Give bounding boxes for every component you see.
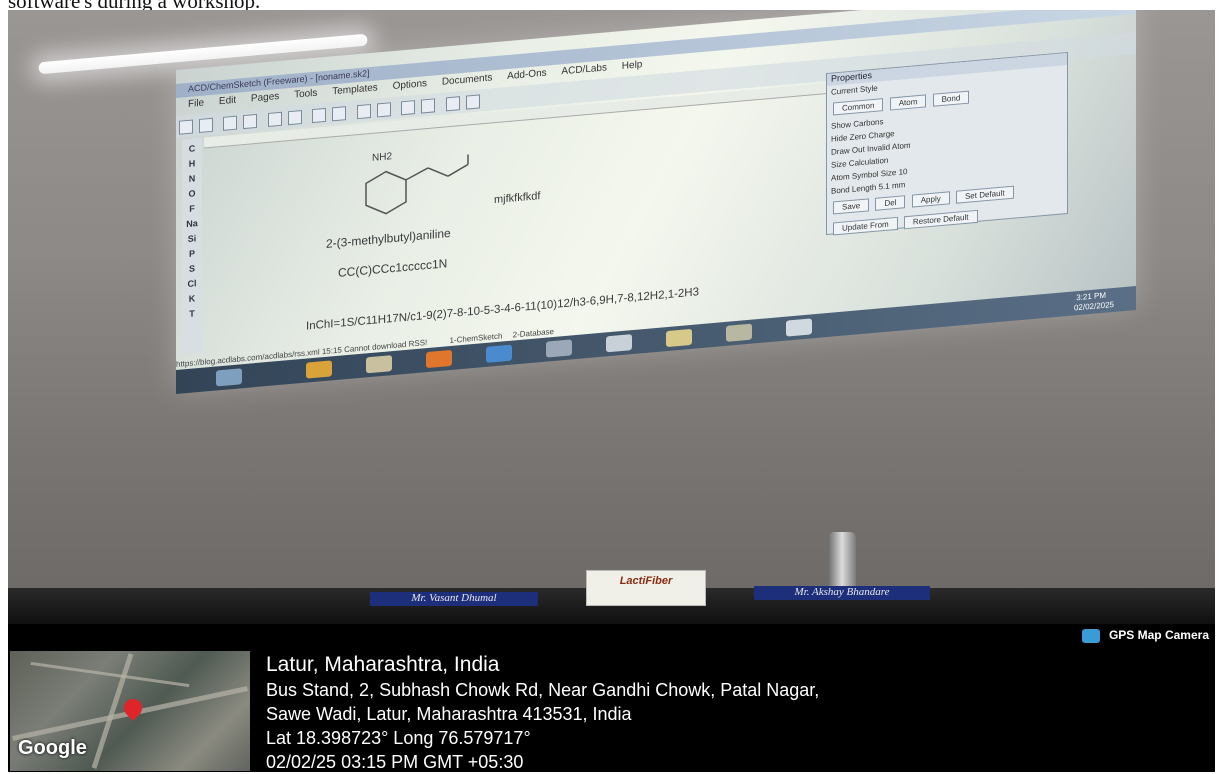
projection-photo: ACD/ChemSketch (Freeware) - [noname.sk2]… (8, 10, 1215, 624)
map-thumbnail: Google (10, 651, 250, 771)
element-s[interactable]: S (182, 263, 202, 275)
menu-documents[interactable]: Documents (442, 72, 493, 87)
element-k[interactable]: K (182, 293, 202, 305)
tool-icon[interactable] (376, 102, 391, 118)
text-tool[interactable]: T (182, 308, 202, 320)
element-cl[interactable]: Cl (182, 278, 202, 290)
molecule-structure (365, 154, 469, 215)
apply-button[interactable]: Apply (911, 191, 950, 208)
tool-icon[interactable] (287, 109, 302, 126)
tab-bond[interactable]: Bond (932, 90, 970, 107)
gps-overlay: GPS Map Camera Google Latur, Maharashtra… (8, 624, 1215, 772)
tool-icon[interactable] (445, 96, 460, 112)
taskbar: 3:21 PM 02/02/2025 (176, 286, 1136, 394)
app-icon[interactable] (606, 334, 632, 353)
app-icon[interactable] (546, 339, 572, 358)
tool-icon[interactable] (356, 103, 371, 120)
save-button[interactable]: Save (833, 198, 870, 215)
firefox-icon[interactable] (426, 349, 452, 369)
tool-icon[interactable] (401, 100, 416, 116)
menu-options[interactable]: Options (393, 78, 427, 92)
chrome-icon[interactable] (306, 360, 332, 379)
tab-atom[interactable]: Atom (889, 94, 927, 111)
element-p[interactable]: P (182, 248, 202, 260)
nameplate: Mr. Vasant Dhumal (370, 592, 538, 606)
timestamp: 02/02/25 03:15 PM GMT +05:30 (266, 752, 524, 772)
water-bottle (828, 532, 856, 594)
menu-addons[interactable]: Add-Ons (507, 68, 546, 82)
product-label: LactiFiber (619, 575, 673, 587)
tool-icon[interactable] (465, 94, 480, 110)
amine-label: NH2 (372, 151, 393, 164)
app-icon[interactable] (666, 328, 692, 348)
menu-tools[interactable]: Tools (294, 88, 317, 101)
menu-edit[interactable]: Edit (219, 95, 236, 108)
tool-icon[interactable] (312, 107, 327, 124)
address-line-1: Bus Stand, 2, Subhash Chowk Rd, Near Gan… (266, 680, 820, 700)
tool-icon[interactable] (267, 111, 282, 127)
chrome-icon[interactable] (486, 344, 512, 363)
tool-icon[interactable] (199, 117, 213, 133)
camera-icon (1081, 628, 1100, 643)
location-title: Latur, Maharashtra, India (266, 653, 500, 676)
element-na[interactable]: Na (182, 218, 202, 230)
tool-icon[interactable] (243, 113, 258, 130)
set-default-button[interactable]: Set Default (955, 185, 1014, 204)
element-o[interactable]: O (182, 188, 202, 200)
gps-badge: GPS Map Camera (1081, 628, 1209, 643)
tool-icon[interactable] (179, 119, 193, 135)
app-icon[interactable] (786, 318, 812, 337)
nameplate: Mr. Akshay Bhandare (754, 586, 930, 600)
app-icon[interactable] (726, 323, 752, 342)
annotation-text: mjfkfkfkdf (494, 190, 541, 207)
projected-screen: ACD/ChemSketch (Freeware) - [noname.sk2]… (176, 10, 1136, 394)
gps-badge-text: GPS Map Camera (1108, 628, 1209, 642)
map-road (30, 661, 190, 688)
explorer-icon[interactable] (366, 355, 392, 374)
element-h[interactable]: H (182, 158, 202, 170)
product-box: LactiFiber (586, 570, 706, 606)
menu-acdlabs[interactable]: ACD/Labs (561, 62, 607, 77)
element-f[interactable]: F (182, 203, 202, 215)
menu-templates[interactable]: Templates (332, 82, 378, 97)
element-c[interactable]: C (182, 143, 202, 155)
tool-icon[interactable] (421, 98, 436, 114)
menu-pages[interactable]: Pages (251, 91, 279, 104)
tool-icon[interactable] (332, 106, 347, 122)
google-tag: Google (18, 737, 87, 759)
address-line-2: Sawe Wadi, Latur, Maharashtra 413531, In… (266, 704, 632, 724)
properties-panel: Properties Current Style Common Atom Bon… (826, 51, 1068, 236)
coordinates: Lat 18.398723° Long 76.579717° (266, 728, 531, 748)
menu-file[interactable]: File (188, 98, 204, 110)
element-si[interactable]: Si (182, 233, 202, 245)
tab-common[interactable]: Common (833, 98, 884, 116)
start-icon[interactable] (216, 368, 242, 387)
delete-button[interactable]: Del (875, 195, 906, 211)
gps-info: Latur, Maharashtra, India Bus Stand, 2, … (266, 652, 819, 774)
restore-default-button[interactable]: Restore Default (903, 209, 978, 230)
update-from-button[interactable]: Update From (833, 216, 898, 236)
element-n[interactable]: N (182, 173, 202, 185)
element-palette: C H N O F Na Si P S Cl K T (182, 137, 202, 355)
tool-icon[interactable] (223, 115, 238, 131)
menu-help[interactable]: Help (622, 59, 643, 72)
smiles-string: CC(C)CCc1ccccc1N (338, 256, 448, 280)
